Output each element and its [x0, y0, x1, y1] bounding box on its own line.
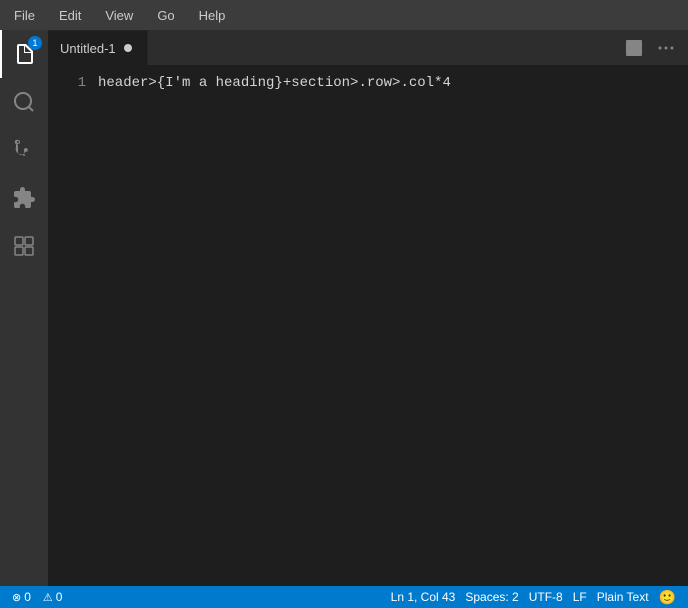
- files-activity-icon[interactable]: 1: [0, 30, 48, 78]
- menu-go[interactable]: Go: [151, 6, 180, 25]
- indentation[interactable]: Spaces: 2: [461, 586, 522, 608]
- tab-actions: [620, 30, 688, 65]
- smiley-icon: 🙂: [659, 589, 676, 606]
- menu-bar: File Edit View Go Help: [0, 0, 688, 30]
- remote-activity-icon[interactable]: [0, 222, 48, 270]
- warning-count: 0: [56, 590, 63, 604]
- menu-edit[interactable]: Edit: [53, 6, 87, 25]
- feedback-smiley[interactable]: 🙂: [655, 586, 680, 608]
- files-badge: 1: [28, 36, 42, 50]
- cursor-position[interactable]: Ln 1, Col 43: [387, 586, 460, 608]
- tab-modified-dot: [124, 44, 132, 52]
- line-number-1: 1: [48, 73, 86, 93]
- language-mode[interactable]: Plain Text: [593, 586, 653, 608]
- status-right: Ln 1, Col 43 Spaces: 2 UTF-8 LF Plain Te…: [387, 586, 680, 608]
- warnings-status[interactable]: ⚠ 0: [39, 586, 67, 608]
- errors-status[interactable]: ⊗ 0: [8, 586, 35, 608]
- status-bar: ⊗ 0 ⚠ 0 Ln 1, Col 43 Spaces: 2 UTF-8 LF …: [0, 586, 688, 608]
- menu-help[interactable]: Help: [193, 6, 232, 25]
- code-area[interactable]: header>{I'm a heading}+section>.row>.col…: [98, 65, 688, 586]
- line-ending-text: LF: [573, 590, 587, 604]
- line-numbers: 1: [48, 65, 98, 586]
- activity-bar: 1: [0, 30, 48, 586]
- menu-file[interactable]: File: [8, 6, 41, 25]
- split-editor-button[interactable]: [620, 34, 648, 62]
- menu-view[interactable]: View: [99, 6, 139, 25]
- tab-bar: Untitled-1: [48, 30, 688, 65]
- editor-content[interactable]: 1 header>{I'm a heading}+section>.row>.c…: [48, 65, 688, 586]
- status-left: ⊗ 0 ⚠ 0: [8, 586, 66, 608]
- position-text: Ln 1, Col 43: [391, 590, 456, 604]
- spaces-text: Spaces: 2: [465, 590, 518, 604]
- language-text: Plain Text: [597, 590, 649, 604]
- tab-untitled-1[interactable]: Untitled-1: [48, 30, 148, 65]
- code-line-1: header>{I'm a heading}+section>.row>.col…: [98, 73, 688, 93]
- extensions-activity-icon[interactable]: [0, 174, 48, 222]
- warning-icon: ⚠: [43, 591, 53, 604]
- main-area: 1: [0, 30, 688, 586]
- error-icon: ⊗: [12, 591, 21, 604]
- encoding[interactable]: UTF-8: [525, 586, 567, 608]
- more-actions-button[interactable]: [652, 34, 680, 62]
- search-activity-icon[interactable]: [0, 78, 48, 126]
- tab-title: Untitled-1: [60, 41, 116, 56]
- encoding-text: UTF-8: [529, 590, 563, 604]
- error-count: 0: [24, 590, 31, 604]
- editor-area: Untitled-1: [48, 30, 688, 586]
- line-ending[interactable]: LF: [569, 586, 591, 608]
- source-control-activity-icon[interactable]: [0, 126, 48, 174]
